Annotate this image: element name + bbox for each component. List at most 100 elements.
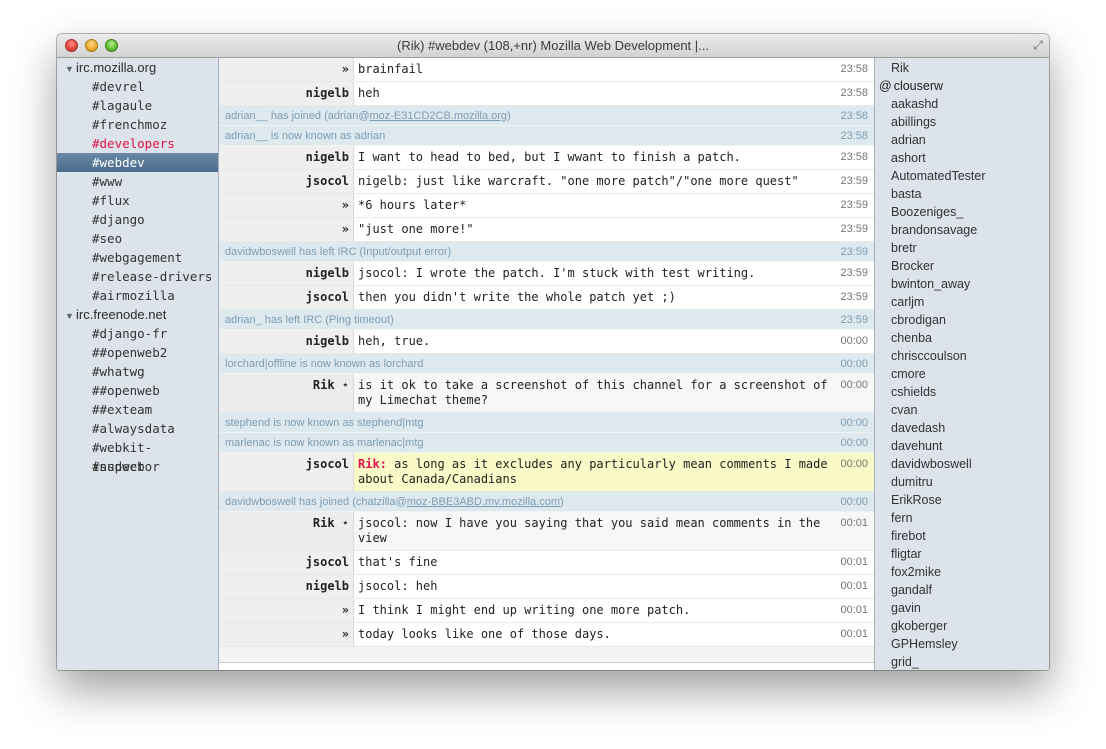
member-item[interactable]: carljm: [875, 293, 1049, 311]
channel-item[interactable]: #frenchmoz: [57, 115, 218, 134]
member-item[interactable]: gavin: [875, 599, 1049, 617]
message-input[interactable]: [219, 662, 874, 670]
channel-item[interactable]: #flux: [57, 191, 218, 210]
member-item-self[interactable]: Rik: [875, 59, 1049, 77]
nick-label[interactable]: »: [219, 599, 354, 622]
timestamp: 23:59: [840, 175, 868, 187]
channel-item[interactable]: #webdev: [57, 153, 218, 172]
message-text: brainfail: [358, 62, 424, 76]
channel-item[interactable]: #seo: [57, 229, 218, 248]
channel-item[interactable]: #sudweb: [57, 457, 218, 476]
member-item[interactable]: davedash: [875, 419, 1049, 437]
nick-label[interactable]: nigelb: [219, 262, 354, 285]
system-message: marlenac is now known as marlenac|mtg 00:…: [219, 433, 874, 453]
channel-item[interactable]: #developers: [57, 134, 218, 153]
channel-item[interactable]: #alwaysdata: [57, 419, 218, 438]
timestamp: 00:00: [840, 496, 868, 508]
nick-label[interactable]: jsocol: [219, 286, 354, 309]
app-window: (Rik) #webdev (108,+nr) Mozilla Web Deve…: [57, 34, 1049, 670]
channel-item[interactable]: #webgagement: [57, 248, 218, 267]
channel-item[interactable]: ##openweb2: [57, 343, 218, 362]
member-item[interactable]: basta: [875, 185, 1049, 203]
chat-log: » brainfail 23:58 nigelb heh 23:58 adrian__ ha…: [219, 58, 874, 670]
server-item[interactable]: ▼ irc.freenode.net: [57, 305, 218, 324]
member-item-op[interactable]: @ clouserw: [875, 77, 1049, 95]
nick-label[interactable]: nigelb: [219, 82, 354, 105]
member-item[interactable]: cmore: [875, 365, 1049, 383]
channel-item[interactable]: #whatwg: [57, 362, 218, 381]
message-text: today looks like one of those days.: [358, 627, 611, 641]
disclosure-triangle-icon[interactable]: ▼: [65, 307, 76, 326]
message-text: nigelb: just like warcraft. "one more pa…: [358, 174, 799, 188]
channel-item[interactable]: ##exteam: [57, 400, 218, 419]
member-item[interactable]: ErikRose: [875, 491, 1049, 509]
timestamp: 00:00: [840, 358, 868, 370]
member-item[interactable]: fern: [875, 509, 1049, 527]
timestamp: 00:00: [840, 335, 868, 347]
member-list: Rik @ clouserw aakashd abillings adrian ashort…: [874, 58, 1049, 670]
channel-item[interactable]: #release-drivers: [57, 267, 218, 286]
nick-label[interactable]: jsocol: [219, 170, 354, 193]
member-item[interactable]: cbrodigan: [875, 311, 1049, 329]
message-text: then you didn't write the whole patch ye…: [358, 290, 676, 304]
member-item[interactable]: ashort: [875, 149, 1049, 167]
nick-label[interactable]: »: [219, 194, 354, 217]
nick-label[interactable]: »: [219, 623, 354, 646]
member-item[interactable]: abillings: [875, 113, 1049, 131]
timestamp: 23:58: [840, 151, 868, 163]
member-item[interactable]: fligtar: [875, 545, 1049, 563]
member-item[interactable]: gkoberger: [875, 617, 1049, 635]
channel-item[interactable]: #webkit-inspector: [57, 438, 218, 474]
system-text: adrian_ has left IRC (Ping timeout): [225, 314, 394, 326]
system-message: stephend is now known as stephend|mtg 00:…: [219, 413, 874, 433]
member-item[interactable]: Brocker: [875, 257, 1049, 275]
system-text: marlenac is now known as marlenac|mtg: [225, 437, 424, 449]
disclosure-triangle-icon[interactable]: ▼: [65, 60, 76, 79]
channel-item[interactable]: #www: [57, 172, 218, 191]
member-item[interactable]: dumitru: [875, 473, 1049, 491]
member-item[interactable]: cvan: [875, 401, 1049, 419]
nick-label[interactable]: jsocol: [219, 551, 354, 574]
timestamp: 23:59: [840, 246, 868, 258]
host-link[interactable]: moz-BBE3ABD.mv.mozilla.com: [407, 496, 560, 508]
channel-item[interactable]: #airmozilla: [57, 286, 218, 305]
member-item[interactable]: chenba: [875, 329, 1049, 347]
member-item[interactable]: davehunt: [875, 437, 1049, 455]
server-item[interactable]: ▼ irc.mozilla.org: [57, 58, 218, 77]
member-item[interactable]: davidwboswell: [875, 455, 1049, 473]
channel-item[interactable]: #lagaule: [57, 96, 218, 115]
member-item[interactable]: aakashd: [875, 95, 1049, 113]
nick-label[interactable]: jsocol: [219, 453, 354, 491]
nick-label[interactable]: nigelb: [219, 330, 354, 353]
channel-item[interactable]: #django-fr: [57, 324, 218, 343]
member-item[interactable]: adrian: [875, 131, 1049, 149]
channel-item[interactable]: #django: [57, 210, 218, 229]
fullscreen-icon[interactable]: ⤢: [1031, 38, 1045, 52]
member-item[interactable]: cshields: [875, 383, 1049, 401]
timestamp: 00:00: [840, 417, 868, 429]
nick-label[interactable]: Rik ⋆: [219, 374, 354, 412]
member-item[interactable]: GPHemsley: [875, 635, 1049, 653]
member-item[interactable]: AutomatedTester: [875, 167, 1049, 185]
channel-item[interactable]: #devrel: [57, 77, 218, 96]
message-text: jsocol: heh: [358, 579, 438, 593]
member-item[interactable]: brandonsavage: [875, 221, 1049, 239]
chat-message: » *6 hours later* 23:59: [219, 194, 874, 218]
nick-label[interactable]: nigelb: [219, 146, 354, 169]
nick-label[interactable]: »: [219, 58, 354, 81]
member-item[interactable]: bretr: [875, 239, 1049, 257]
member-item[interactable]: gandalf: [875, 581, 1049, 599]
channel-item[interactable]: ##openweb: [57, 381, 218, 400]
member-item[interactable]: grid_: [875, 653, 1049, 670]
nick-label[interactable]: »: [219, 218, 354, 241]
member-item[interactable]: chrisccoulson: [875, 347, 1049, 365]
member-item[interactable]: fox2mike: [875, 563, 1049, 581]
nick-label[interactable]: Rik ⋆: [219, 512, 354, 550]
host-link[interactable]: moz-E31CD2CB.mozilla.org: [369, 110, 507, 122]
message-text: jsocol: I wrote the patch. I'm stuck wit…: [358, 266, 756, 280]
member-item[interactable]: firebot: [875, 527, 1049, 545]
member-item[interactable]: bwinton_away: [875, 275, 1049, 293]
member-name: clouserw: [893, 79, 944, 93]
nick-label[interactable]: nigelb: [219, 575, 354, 598]
member-item[interactable]: Boozeniges_: [875, 203, 1049, 221]
